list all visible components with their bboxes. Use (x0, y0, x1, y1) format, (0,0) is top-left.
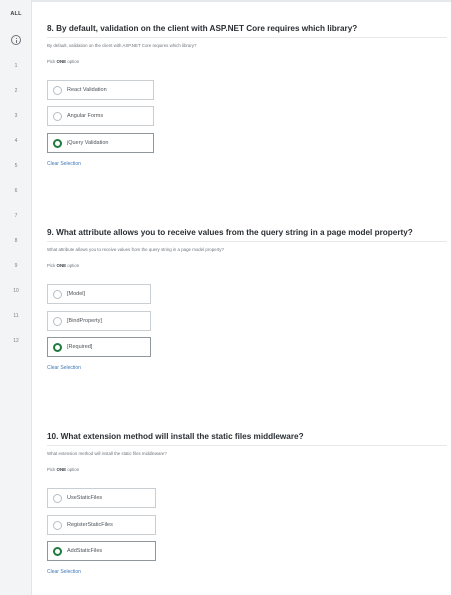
option-label: [Required] (67, 344, 93, 350)
nav-all[interactable]: ALL (0, 11, 32, 17)
divider (47, 241, 447, 242)
radio-selected-icon[interactable] (53, 547, 62, 556)
nav-question-12[interactable]: 12 (0, 338, 32, 344)
nav-question-4[interactable]: 4 (0, 138, 32, 144)
divider (47, 37, 447, 38)
radio-icon[interactable] (53, 317, 62, 326)
option-react-validation[interactable]: React Validation (47, 80, 154, 100)
option-label: AddStaticFiles (67, 548, 103, 554)
option-label: [Model] (67, 291, 86, 297)
radio-icon[interactable] (53, 290, 62, 299)
option-label: React Validation (67, 87, 107, 93)
question-title: 9. What attribute allows you to receive … (47, 228, 413, 237)
question-8: 8. By default, validation on the client … (47, 23, 447, 173)
nav-question-11[interactable]: 11 (0, 313, 32, 319)
nav-question-6[interactable]: 6 (0, 188, 32, 194)
clear-selection-link[interactable]: Clear Selection (47, 569, 81, 575)
question-nav-sidebar: ALL 1 2 3 4 5 6 7 8 9 10 11 12 (0, 0, 32, 595)
divider (47, 445, 447, 446)
option-model[interactable]: [Model] (47, 284, 151, 304)
question-subtitle: What extension method will install the s… (47, 451, 167, 456)
radio-icon[interactable] (53, 494, 62, 503)
top-divider (0, 0, 451, 2)
nav-question-3[interactable]: 3 (0, 113, 32, 119)
nav-question-2[interactable]: 2 (0, 88, 32, 94)
nav-question-10[interactable]: 10 (0, 288, 32, 294)
option-label: [BindProperty] (67, 318, 102, 324)
option-label: Angular Forms (67, 113, 104, 119)
question-10: 10. What extension method will install t… (47, 431, 447, 581)
pick-instruction: Pick ONE option (47, 467, 80, 472)
nav-question-1[interactable]: 1 (0, 63, 32, 69)
option-required[interactable]: [Required] (47, 337, 151, 357)
radio-icon[interactable] (53, 521, 62, 530)
radio-selected-icon[interactable] (53, 139, 62, 148)
question-subtitle: What attribute allows you to receive val… (47, 247, 224, 252)
radio-selected-icon[interactable] (53, 343, 62, 352)
question-title: 10. What extension method will install t… (47, 432, 304, 441)
option-jquery-validation[interactable]: jQuery Validation (47, 133, 154, 153)
radio-icon[interactable] (53, 112, 62, 121)
pick-instruction: Pick ONE option (47, 59, 80, 64)
pick-instruction: Pick ONE option (47, 263, 80, 268)
clear-selection-link[interactable]: Clear Selection (47, 365, 81, 371)
question-9: 9. What attribute allows you to receive … (47, 227, 447, 377)
option-usestaticfiles[interactable]: UseStaticFiles (47, 488, 156, 508)
radio-icon[interactable] (53, 86, 62, 95)
nav-question-5[interactable]: 5 (0, 163, 32, 169)
nav-question-7[interactable]: 7 (0, 213, 32, 219)
option-registerstaticfiles[interactable]: RegisterStaticFiles (47, 515, 156, 535)
option-bindproperty[interactable]: [BindProperty] (47, 311, 151, 331)
question-title: 8. By default, validation on the client … (47, 24, 358, 33)
clear-selection-link[interactable]: Clear Selection (47, 161, 81, 167)
option-label: RegisterStaticFiles (67, 522, 113, 528)
option-label: jQuery Validation (67, 140, 109, 146)
nav-question-8[interactable]: 8 (0, 238, 32, 244)
question-subtitle: By default, validation on the client wit… (47, 43, 197, 48)
option-addstaticfiles[interactable]: AddStaticFiles (47, 541, 156, 561)
nav-question-9[interactable]: 9 (0, 263, 32, 269)
option-label: UseStaticFiles (67, 495, 103, 501)
info-icon[interactable] (11, 35, 21, 45)
option-angular-forms[interactable]: Angular Forms (47, 106, 154, 126)
